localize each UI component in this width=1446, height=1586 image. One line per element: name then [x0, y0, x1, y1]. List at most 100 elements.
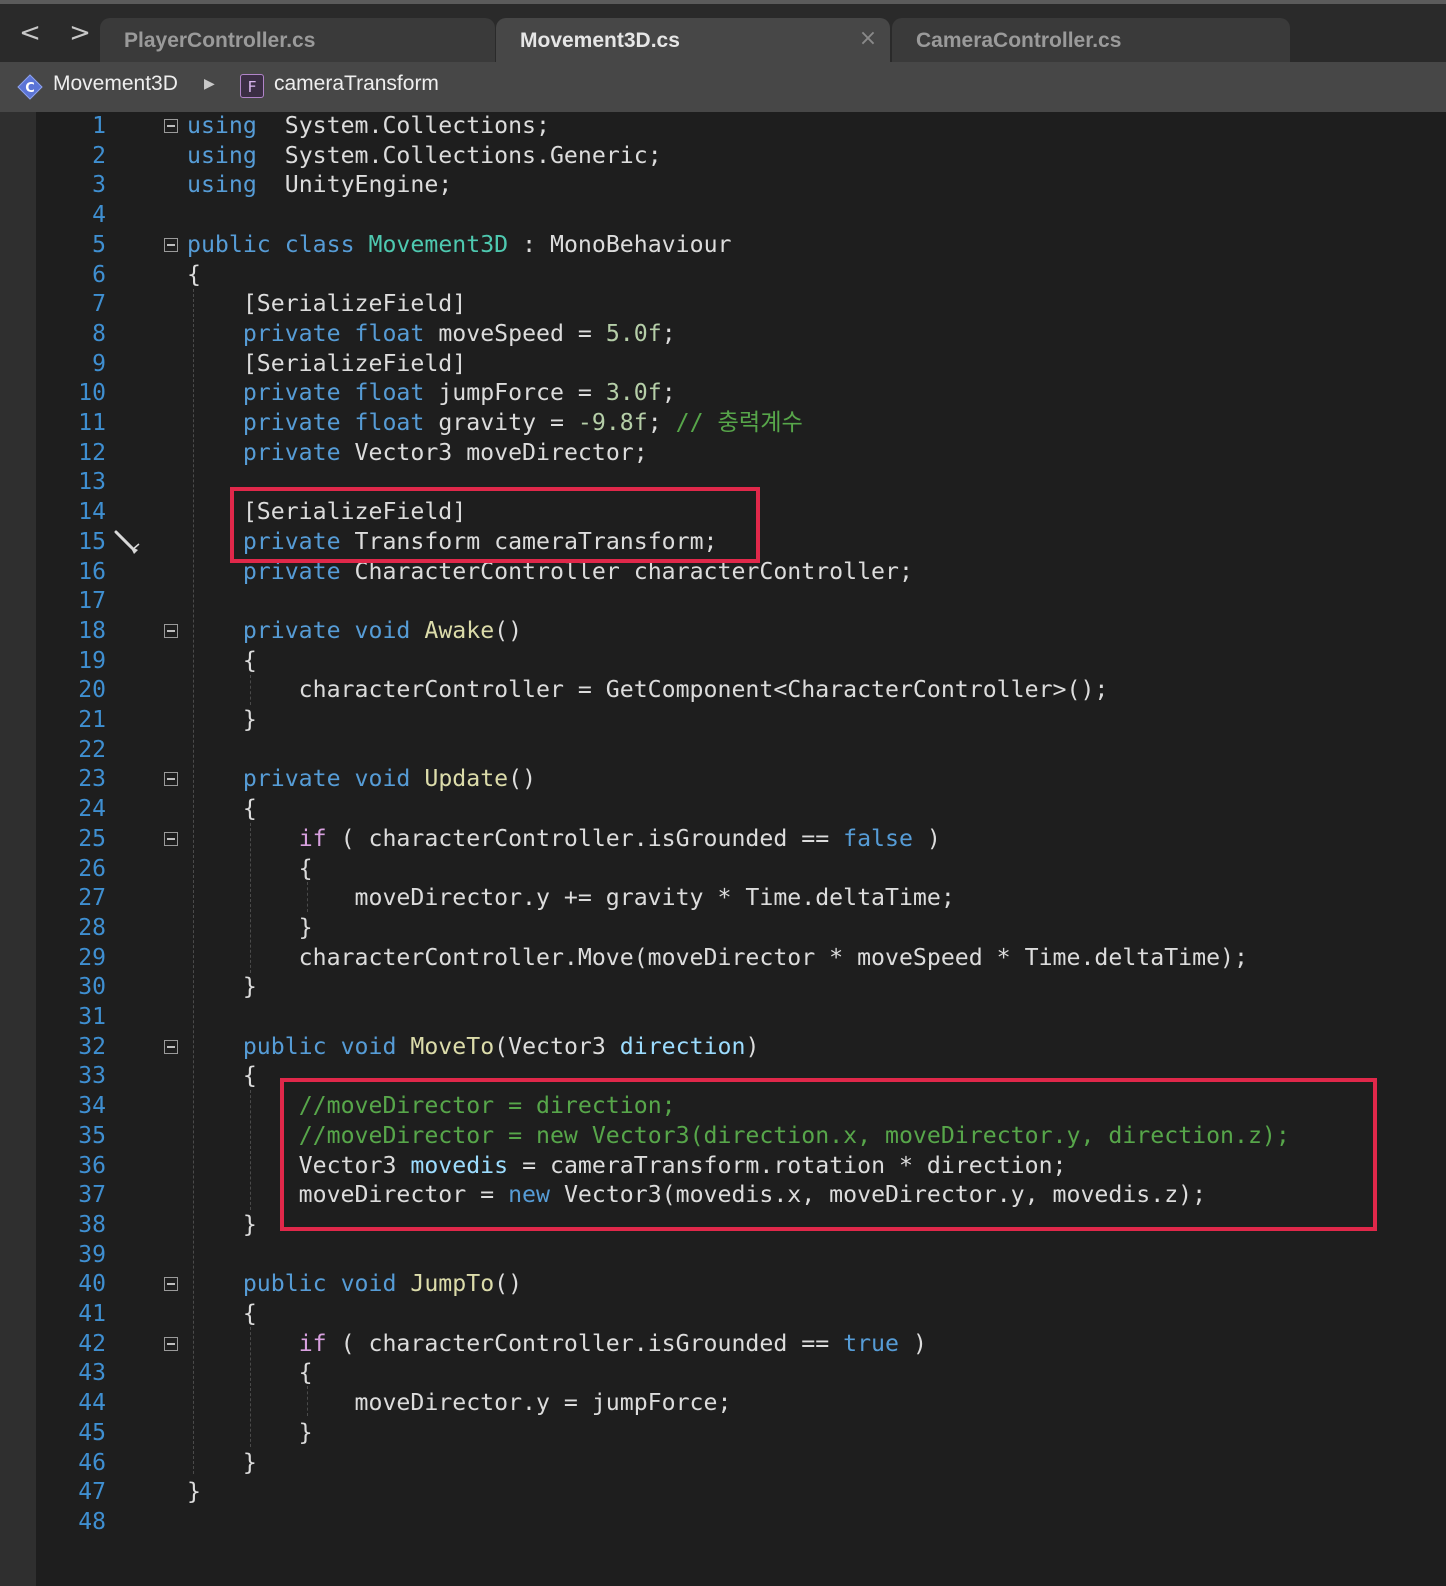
- pen-icon[interactable]: [112, 528, 142, 558]
- code-token: }: [187, 706, 257, 733]
- code-line[interactable]: moveDirector.y = jumpForce;: [187, 1388, 732, 1418]
- code-line[interactable]: private void Awake(): [187, 616, 522, 646]
- code-line[interactable]: characterController.Move(moveDirector * …: [187, 943, 1248, 973]
- code-token: void: [340, 1270, 397, 1298]
- code-line[interactable]: public class Movement3D : MonoBehaviour: [187, 230, 732, 260]
- class-icon: C: [17, 74, 43, 100]
- code-line[interactable]: private Vector3 moveDirector;: [187, 438, 648, 468]
- breadcrumb: C Movement3D ▶ F cameraTransform: [0, 62, 1446, 112]
- code-token: ): [898, 1329, 927, 1357]
- code-token: Awake: [424, 616, 495, 644]
- code-line[interactable]: using System.Collections.Generic;: [187, 141, 662, 171]
- code-token: }: [187, 913, 313, 941]
- code-token: (): [508, 765, 537, 793]
- code-token: : MonoBehaviour: [508, 230, 732, 258]
- fold-toggle-icon[interactable]: [164, 119, 178, 133]
- line-number: 22: [78, 736, 106, 763]
- tab-cameracontroller[interactable]: CameraController.cs: [892, 18, 1290, 62]
- code-line[interactable]: {: [187, 794, 257, 824]
- line-number: 16: [78, 558, 106, 585]
- fold-toggle-icon[interactable]: [164, 1039, 178, 1054]
- line-number: 40: [78, 1271, 106, 1298]
- code-line[interactable]: }: [187, 705, 257, 735]
- code-line[interactable]: }: [187, 1210, 257, 1240]
- code-token: void: [340, 1032, 397, 1060]
- tab-playercontroller[interactable]: PlayerController.cs: [100, 18, 495, 62]
- code-token: MoveTo: [410, 1032, 495, 1060]
- code-line[interactable]: {: [187, 854, 313, 884]
- code-line[interactable]: {: [187, 1358, 313, 1388]
- line-number: 26: [78, 855, 106, 882]
- code-token: {: [187, 260, 201, 288]
- fold-toggle-icon[interactable]: [164, 623, 178, 638]
- code-token: direction: [619, 1032, 746, 1060]
- line-number: 48: [78, 1508, 106, 1535]
- code-line[interactable]: characterController = GetComponent<Chara…: [187, 675, 1109, 705]
- code-line[interactable]: {: [187, 646, 257, 676]
- tab-movement3d[interactable]: Movement3D.cs ×: [496, 18, 890, 66]
- code-line[interactable]: {: [187, 1299, 257, 1329]
- code-line[interactable]: {: [187, 260, 201, 290]
- code-line[interactable]: public void JumpTo(): [187, 1269, 522, 1299]
- back-arrow-icon[interactable]: <: [16, 18, 44, 48]
- code-line[interactable]: }: [187, 1418, 313, 1448]
- code-token: ;: [647, 409, 676, 436]
- breadcrumb-field[interactable]: cameraTransform: [274, 72, 439, 96]
- code-token: using: [187, 141, 257, 169]
- code-line[interactable]: if ( characterController.isGrounded == t…: [187, 1329, 927, 1359]
- line-number: 36: [78, 1152, 106, 1179]
- code-token: private: [242, 409, 341, 436]
- code-line[interactable]: [SerializeField]: [187, 289, 466, 319]
- line-number: 23: [78, 766, 106, 793]
- line-number: 32: [78, 1033, 106, 1060]
- fold-toggle-icon[interactable]: [164, 1336, 178, 1351]
- code-token: {: [187, 1062, 257, 1090]
- code-line[interactable]: public void MoveTo(Vector3 direction): [187, 1032, 760, 1062]
- code-line[interactable]: }: [187, 1448, 257, 1478]
- code-line[interactable]: using UnityEngine;: [187, 170, 452, 200]
- fold-toggle-icon[interactable]: [164, 1277, 178, 1292]
- line-number: 11: [78, 410, 106, 436]
- code-line[interactable]: [SerializeField]: [187, 349, 466, 379]
- code-token: gravity =: [424, 409, 578, 436]
- code-line[interactable]: if ( characterController.isGrounded == f…: [187, 824, 941, 854]
- code-token: -9.8f: [577, 409, 648, 436]
- line-number: 13: [78, 469, 106, 496]
- line-number: 20: [78, 677, 106, 704]
- highlight-box-moveto-body: [280, 1078, 1377, 1231]
- code-token: System.Collections;: [256, 112, 550, 139]
- line-number: 19: [78, 647, 106, 674]
- fold-toggle-icon[interactable]: [164, 772, 178, 787]
- breadcrumb-class[interactable]: Movement3D: [53, 72, 178, 96]
- code-line[interactable]: {: [187, 1061, 257, 1091]
- code-line[interactable]: }: [187, 913, 313, 943]
- line-number: 34: [78, 1093, 106, 1120]
- code-token: void: [354, 616, 411, 644]
- code-line[interactable]: private float jumpForce = 3.0f;: [187, 378, 676, 408]
- tab-bar: < > PlayerController.cs Movement3D.cs × …: [0, 4, 1446, 66]
- close-icon[interactable]: ×: [856, 27, 880, 51]
- code-line[interactable]: using System.Collections;: [187, 111, 550, 141]
- code-token: void: [354, 765, 411, 793]
- code-line[interactable]: private float moveSpeed = 5.0f;: [187, 319, 676, 349]
- code-token: private: [242, 379, 341, 407]
- code-line[interactable]: }: [187, 1477, 201, 1507]
- code-line[interactable]: moveDirector.y += gravity * Time.deltaTi…: [187, 883, 955, 913]
- fold-toggle-icon[interactable]: [164, 831, 178, 846]
- code-token: (): [494, 1270, 523, 1298]
- code-line[interactable]: }: [187, 972, 257, 1002]
- code-line[interactable]: private void Update(): [187, 764, 536, 794]
- fold-toggle-icon[interactable]: [164, 237, 178, 252]
- tab-label: Movement3D.cs: [520, 29, 680, 52]
- forward-arrow-icon[interactable]: >: [66, 18, 94, 48]
- line-number: 18: [78, 617, 106, 644]
- code-line[interactable]: private float gravity = -9.8f; // 충력계수: [187, 408, 803, 438]
- code-token: public: [242, 1032, 327, 1060]
- code-token: {: [187, 854, 313, 882]
